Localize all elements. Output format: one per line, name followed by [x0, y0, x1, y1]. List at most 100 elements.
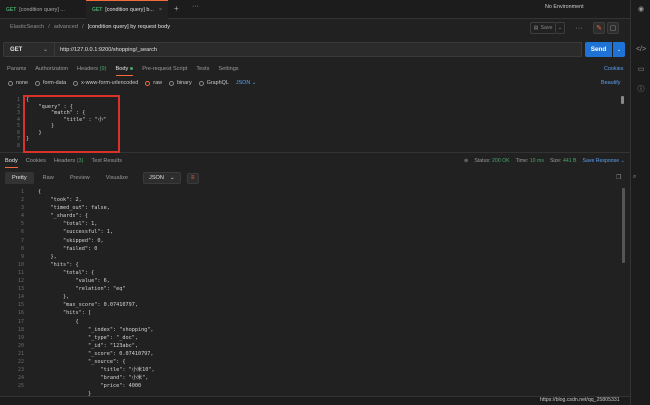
tab-body-label: Body	[115, 66, 129, 72]
beautify-link[interactable]: Beautify	[601, 80, 620, 86]
time-item: Time: 10 ms	[516, 158, 544, 164]
line-numbers: 1 2 3 4 5 6 7 8	[16, 97, 20, 149]
size-item: Size: 441 B	[550, 158, 577, 164]
scrollbar[interactable]	[621, 96, 624, 104]
more-icon[interactable]: ···	[573, 22, 585, 34]
radio-urlencoded[interactable]: x-www-form-urlencoded	[73, 80, 138, 86]
headers-count: (3)	[76, 158, 84, 164]
format-value: JSON	[235, 80, 251, 86]
edit-icon[interactable]: ✎	[593, 22, 605, 34]
request-tab-active[interactable]: GET [condition query] b... ×	[86, 0, 168, 19]
response-tabs: Body Cookies Headers (3) Test Results	[5, 158, 122, 168]
status-bar	[0, 396, 630, 405]
tab-headers[interactable]: Headers (9)	[77, 66, 107, 76]
chevron-down-icon: ⌄	[169, 175, 175, 181]
tab-bar: GET [condition query] ... GET [condition…	[0, 0, 650, 19]
send-dropdown[interactable]: ⌄	[613, 42, 625, 57]
view-pretty[interactable]: Pretty	[5, 172, 34, 184]
radio-binary[interactable]: binary	[168, 80, 192, 86]
view-visualize[interactable]: Visualize	[99, 172, 135, 184]
save-response-label: Save Response	[582, 158, 620, 164]
tab-tests[interactable]: Tests	[196, 66, 209, 76]
scrollbar[interactable]	[622, 188, 625, 263]
breadcrumb: ElasticSearch / advanced / [condition qu…	[10, 24, 170, 30]
tab-response-headers[interactable]: Headers (3)	[54, 158, 84, 168]
globe-icon: ⊕	[464, 158, 469, 164]
documentation-icon[interactable]: ▢	[607, 22, 619, 34]
request-body-code[interactable]: { "query" : { "match" : { "title" : "小" …	[26, 97, 106, 143]
view-raw[interactable]: Raw	[36, 172, 61, 184]
tab-authorization[interactable]: Authorization	[35, 66, 68, 76]
eye-icon[interactable]: ◉	[636, 4, 646, 14]
copy-icon[interactable]: ❐	[616, 174, 621, 181]
headers-count: (9)	[99, 66, 107, 72]
status-item: Status: 200 OK	[474, 158, 509, 164]
radio-label: none	[16, 80, 28, 86]
view-preview[interactable]: Preview	[63, 172, 97, 184]
time-label: Time:	[515, 158, 529, 164]
separator: /	[82, 24, 84, 30]
time-value: 10 ms	[529, 158, 544, 164]
radio-label: x-www-form-urlencoded	[81, 80, 139, 86]
radio-label: binary	[176, 80, 192, 86]
tab-response-body[interactable]: Body	[5, 158, 18, 168]
info-icon[interactable]: ⓘ	[636, 84, 646, 94]
url-input[interactable]: http://127.0.0.1:9200/shopping/_search	[55, 42, 582, 57]
tab-settings[interactable]: Settings	[218, 66, 238, 76]
chevron-down-icon: ⌄	[42, 47, 48, 53]
breadcrumb-folder[interactable]: advanced	[54, 24, 78, 30]
status-dot	[130, 67, 134, 71]
wrap-lines-icon[interactable]: ≡	[186, 172, 199, 184]
save-button[interactable]: ▤ Save	[530, 22, 556, 34]
response-view-bar: Pretty Raw Preview Visualize JSON ⌄ ≡	[5, 172, 199, 184]
breadcrumb-current: [condition query] by request body	[87, 24, 170, 30]
separator: /	[48, 24, 50, 30]
tab-params[interactable]: Params	[7, 66, 26, 76]
breadcrumb-root[interactable]: ElasticSearch	[10, 24, 44, 30]
format-value: JSON	[149, 175, 164, 181]
radio-circle	[35, 80, 40, 86]
search-icon[interactable]: ⌕	[633, 174, 636, 181]
method-select[interactable]: GET ⌄	[3, 42, 55, 57]
tab-body[interactable]: Body	[115, 66, 134, 76]
radio-graphql[interactable]: GraphQL	[198, 80, 229, 86]
method-value: GET	[10, 46, 23, 53]
tab-prerequest[interactable]: Pre-request Script	[142, 66, 187, 76]
line-numbers: 1 2 3 4 5 6 7 8 9 10 11 12 13 14 15 16 1…	[17, 189, 24, 390]
radio-form-data[interactable]: form-data	[35, 80, 66, 86]
format-select[interactable]: JSON ⌄	[236, 80, 256, 86]
request-tabs: Params Authorization Headers (9) Body Pr…	[7, 66, 239, 76]
response-body-code[interactable]: { "took": 2, "timed_out": false, "_shard…	[38, 188, 155, 398]
radio-none[interactable]: none	[8, 80, 28, 86]
send-button[interactable]: Send	[585, 42, 612, 57]
save-label: Save	[540, 25, 553, 31]
tab-test-results[interactable]: Test Results	[92, 158, 122, 168]
save-response-button[interactable]: Save Response ⌄	[583, 158, 625, 164]
status-label: Status:	[474, 158, 491, 164]
tab-response-cookies[interactable]: Cookies	[26, 158, 46, 168]
radio-circle	[8, 80, 13, 86]
size-label: Size:	[549, 158, 562, 164]
radio-circle	[73, 80, 79, 86]
cookies-link[interactable]: Cookies	[604, 66, 623, 72]
response-status: ⊕ Status: 200 OK Time: 10 ms Size: 441 B…	[464, 158, 625, 164]
radio-circle	[198, 80, 204, 86]
tab-method: GET	[6, 6, 17, 13]
radio-circle	[168, 80, 174, 86]
tab-label: [condition query] b...	[105, 7, 154, 13]
environment-select[interactable]: No Environment	[545, 4, 584, 10]
radio-circle-selected	[145, 80, 151, 86]
request-tab[interactable]: GET [condition query] ...	[0, 0, 71, 19]
save-dropdown[interactable]: ⌄	[556, 22, 565, 34]
radio-raw[interactable]: raw	[145, 80, 162, 86]
tab-headers-label: Headers	[76, 66, 99, 72]
code-icon[interactable]: </>	[636, 44, 646, 54]
comment-icon[interactable]: ▭	[636, 64, 646, 74]
close-icon[interactable]: ×	[159, 7, 162, 13]
response-format-select[interactable]: JSON ⌄	[143, 172, 181, 184]
status-value: 200 OK	[491, 158, 510, 164]
request-body-editor[interactable]: 1 2 3 4 5 6 7 8 { "query" : { "match" : …	[0, 93, 630, 153]
new-tab-icon[interactable]: +	[174, 4, 179, 13]
right-sidebar: ◉ </> ▭ ⓘ	[630, 0, 650, 405]
more-icon[interactable]: ···	[192, 3, 199, 10]
